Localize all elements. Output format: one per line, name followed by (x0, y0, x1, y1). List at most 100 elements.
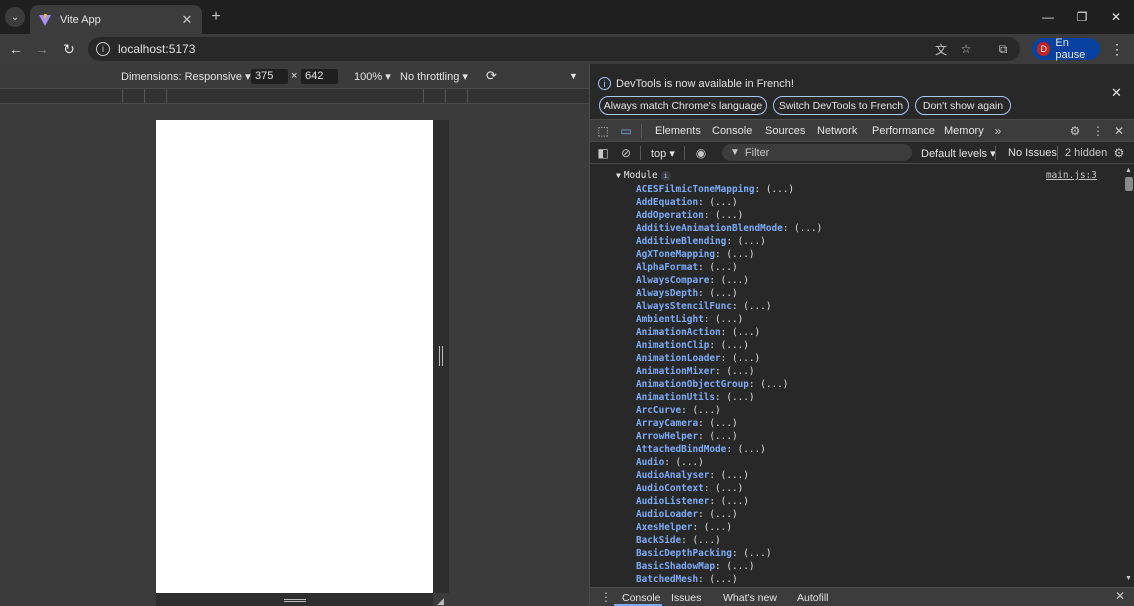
list-item[interactable]: BatchedMesh: (...) (636, 573, 822, 586)
sidebar-toggle-icon[interactable]: ◧ (595, 145, 611, 161)
module-object-header[interactable]: ▼ Module i (616, 170, 671, 181)
width-input[interactable]: 375 (251, 69, 288, 84)
list-item[interactable]: AnimationClip: (...) (636, 339, 822, 352)
emulated-page[interactable] (156, 120, 433, 593)
browser-menu-icon[interactable]: ⋮ (1110, 39, 1124, 59)
property-value[interactable]: (...) (726, 249, 754, 260)
list-item[interactable]: AlwaysStencilFunc: (...) (636, 300, 822, 313)
list-item[interactable]: AnimationAction: (...) (636, 326, 822, 339)
list-item[interactable]: AddEquation: (...) (636, 196, 822, 209)
address-bar[interactable]: i localhost:5173 (88, 37, 1020, 61)
list-item[interactable]: AlphaFormat: (...) (636, 261, 822, 274)
list-item[interactable]: AudioLoader: (...) (636, 508, 822, 521)
property-value[interactable]: (...) (738, 444, 766, 455)
close-infobar-icon[interactable]: ✕ (1111, 85, 1122, 101)
property-value[interactable]: (...) (715, 314, 743, 325)
resize-corner-icon[interactable]: ◢ (437, 596, 446, 606)
property-value[interactable]: (...) (760, 379, 788, 390)
list-item[interactable]: ArrowHelper: (...) (636, 430, 822, 443)
tab-search-chevron-icon[interactable]: ⌄ (5, 7, 25, 27)
scroll-up-arrow-icon[interactable]: ▲ (1125, 167, 1132, 174)
dimensions-select[interactable]: Dimensions: Responsive ▾ (121, 70, 251, 83)
property-value[interactable]: (...) (732, 353, 760, 364)
console-settings-gear-icon[interactable]: ⚙ (1111, 145, 1127, 161)
property-value[interactable]: (...) (721, 275, 749, 286)
object-info-icon[interactable]: i (660, 171, 671, 181)
scroll-down-arrow-icon[interactable]: ▼ (1125, 575, 1132, 582)
property-value[interactable]: (...) (738, 236, 766, 247)
more-tabs-chevron-icon[interactable]: » (990, 123, 1006, 139)
drawer-tab-console[interactable]: Console (622, 592, 661, 604)
switch-to-french-button[interactable]: Switch DevTools to French (773, 96, 909, 115)
property-value[interactable]: (...) (743, 548, 771, 559)
list-item[interactable]: ArcCurve: (...) (636, 404, 822, 417)
tab-network[interactable]: Network (817, 125, 857, 137)
list-item[interactable]: AttachedBindMode: (...) (636, 443, 822, 456)
close-drawer-icon[interactable]: ✕ (1115, 589, 1125, 603)
inspect-element-icon[interactable]: ⬚ (595, 123, 611, 139)
zoom-select[interactable]: 100% ▾ (354, 70, 391, 83)
rotate-icon[interactable]: ⟳ (486, 68, 497, 84)
list-item[interactable]: AnimationObjectGroup: (...) (636, 378, 822, 391)
resize-handle-bottom[interactable] (156, 593, 433, 606)
list-item[interactable]: AdditiveBlending: (...) (636, 235, 822, 248)
list-item[interactable]: AxesHelper: (...) (636, 521, 822, 534)
height-input[interactable]: 642 (301, 69, 338, 84)
dont-show-again-button[interactable]: Don't show again (915, 96, 1011, 115)
list-item[interactable]: Audio: (...) (636, 456, 822, 469)
list-item[interactable]: BasicDepthPacking: (...) (636, 547, 822, 560)
property-value[interactable]: (...) (732, 327, 760, 338)
list-item[interactable]: AlwaysCompare: (...) (636, 274, 822, 287)
scrollbar-thumb[interactable] (1125, 177, 1133, 191)
property-value[interactable]: (...) (715, 210, 743, 221)
list-item[interactable]: AnimationLoader: (...) (636, 352, 822, 365)
property-value[interactable]: (...) (721, 496, 749, 507)
tab-performance[interactable]: Performance (872, 125, 935, 137)
customize-menu-icon[interactable]: ⋮ (1090, 123, 1106, 139)
throttling-select[interactable]: No throttling ▾ (400, 70, 468, 83)
property-value[interactable]: (...) (704, 522, 732, 533)
property-value[interactable]: (...) (766, 184, 794, 195)
site-info-icon[interactable]: i (96, 42, 110, 56)
list-item[interactable]: AudioContext: (...) (636, 482, 822, 495)
console-output[interactable]: ▼ Module i main.js:3 ACESFilmicToneMapping… (590, 165, 1123, 587)
tab-memory[interactable]: Memory (944, 125, 984, 137)
property-value[interactable]: (...) (709, 418, 737, 429)
minimize-button[interactable]: — (1037, 6, 1059, 28)
browser-tab[interactable]: Vite App ✕ (30, 5, 202, 34)
translate-icon[interactable]: 文 (932, 40, 950, 58)
drawer-tab-autofill[interactable]: Autofill (797, 592, 829, 604)
property-value[interactable]: (...) (709, 574, 737, 585)
source-link[interactable]: main.js:3 (1046, 170, 1097, 181)
property-value[interactable]: (...) (709, 431, 737, 442)
property-value[interactable]: (...) (743, 301, 771, 312)
list-item[interactable]: BackSide: (...) (636, 534, 822, 547)
list-item[interactable]: AgXToneMapping: (...) (636, 248, 822, 261)
property-value[interactable]: (...) (721, 340, 749, 351)
tab-close-icon[interactable]: ✕ (180, 12, 194, 28)
list-item[interactable]: AddOperation: (...) (636, 209, 822, 222)
filter-input[interactable]: ▼ Filter (722, 144, 912, 161)
list-item[interactable]: AudioAnalyser: (...) (636, 469, 822, 482)
drawer-tab-whats-new[interactable]: What's new (723, 592, 777, 604)
reload-icon[interactable]: ↻ (59, 39, 79, 59)
issues-counter[interactable]: No Issues (1008, 147, 1057, 159)
property-value[interactable]: (...) (721, 470, 749, 481)
list-item[interactable]: AudioListener: (...) (636, 495, 822, 508)
console-scrollbar[interactable]: ▲ ▼ (1123, 165, 1134, 587)
list-item[interactable]: ACESFilmicToneMapping: (...) (636, 183, 822, 196)
property-value[interactable]: (...) (676, 457, 704, 468)
property-value[interactable]: (...) (794, 223, 822, 234)
property-value[interactable]: (...) (726, 392, 754, 403)
back-arrow-icon[interactable]: ← (6, 39, 26, 59)
drawer-tab-issues[interactable]: Issues (671, 592, 701, 604)
property-value[interactable]: (...) (709, 262, 737, 273)
list-item[interactable]: AnimationMixer: (...) (636, 365, 822, 378)
property-value[interactable]: (...) (692, 535, 720, 546)
new-tab-button[interactable]: + (206, 7, 226, 27)
clear-console-icon[interactable]: ⊘ (618, 145, 634, 161)
property-value[interactable]: (...) (709, 509, 737, 520)
forward-arrow-icon[interactable]: → (32, 39, 52, 59)
close-window-button[interactable]: ✕ (1105, 6, 1127, 28)
property-value[interactable]: (...) (715, 483, 743, 494)
